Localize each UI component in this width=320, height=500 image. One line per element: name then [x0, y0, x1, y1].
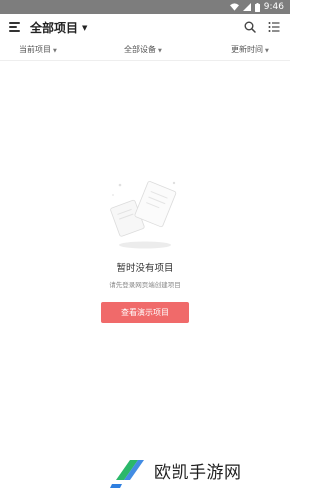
caret-down-icon: ▼: [53, 48, 57, 54]
menu-icon[interactable]: [9, 22, 20, 32]
filter-update-time[interactable]: 更新时间 ▼: [231, 44, 269, 55]
filter-label: 全部设备: [124, 45, 156, 54]
empty-state-title: 暂时没有项目: [116, 263, 174, 274]
filter-label: 当前项目: [19, 45, 51, 54]
empty-state-subtitle: 请先登录网页端创建项目: [109, 281, 181, 289]
status-icons: 9:46: [229, 1, 284, 13]
search-icon[interactable]: [244, 21, 256, 33]
watermark-text: 欧凯手游网: [154, 462, 242, 483]
caret-down-icon: ▼: [82, 23, 88, 32]
empty-documents-illustration: [110, 181, 177, 249]
status-time: 9:46: [263, 2, 284, 12]
filter-all-devices[interactable]: 全部设备 ▼: [124, 44, 162, 55]
view-demo-project-button[interactable]: 查看演示项目: [101, 302, 189, 323]
watermark-logo-icon: [110, 460, 144, 488]
caret-down-icon: ▼: [158, 48, 162, 54]
project-scope-dropdown[interactable]: 全部项目 ▼: [30, 19, 87, 36]
list-icon[interactable]: [268, 21, 280, 33]
app-bar: 全部项目 ▼: [0, 14, 290, 40]
page-title: 全部项目: [30, 21, 79, 35]
battery-icon: [254, 2, 260, 12]
filter-current-project[interactable]: 当前项目 ▼: [19, 44, 57, 55]
caret-down-icon: ▼: [265, 48, 269, 54]
filter-label: 更新时间: [231, 45, 263, 54]
signal-icon: [242, 3, 251, 11]
status-bar: 9:46: [0, 0, 290, 14]
wifi-icon: [229, 3, 239, 11]
watermark: 欧凯手游网: [108, 448, 242, 492]
filter-bar: 当前项目 ▼ 全部设备 ▼ 更新时间 ▼: [0, 40, 290, 61]
